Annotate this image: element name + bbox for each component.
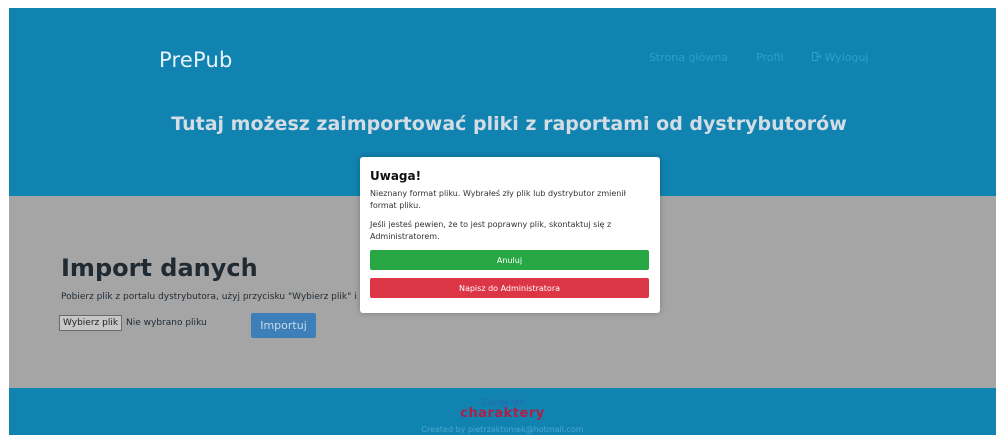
logout-label: Wyloguj (824, 51, 869, 64)
choose-file-button[interactable]: Wybierz plik (59, 315, 123, 331)
import-title: Import danych (61, 254, 258, 282)
modal-message: Nieznany format pliku. Wybrałeś zły plik… (370, 189, 626, 210)
brand-logo[interactable]: PrePub (159, 48, 233, 72)
hero-title: Tutaj możesz zaimportować pliki z raport… (171, 113, 847, 135)
nav-item-home[interactable]: Strona główna (649, 51, 728, 64)
logout-icon (811, 51, 822, 64)
top-nav: Strona główna Profil Wyloguj (649, 51, 869, 64)
import-button[interactable]: Importuj (251, 313, 316, 338)
footer: Zajrzyj też charaktery Created by pietrz… (9, 388, 996, 435)
nav-item-logout[interactable]: Wyloguj (811, 51, 869, 64)
file-input[interactable]: Wybierz plik Nie wybrano pliku (59, 315, 207, 331)
cancel-button[interactable]: Anuluj (370, 250, 649, 270)
import-description: Pobierz plik z portalu dystrybutora, uży… (61, 292, 390, 302)
warning-modal: Uwaga! Nieznany format pliku. Wybrałeś z… (360, 157, 660, 313)
footer-partner-logo[interactable]: charaktery (9, 406, 996, 421)
footer-credit: Created by pietrzaktomek@hotmail.com (421, 425, 584, 434)
file-status: Nie wybrano pliku (126, 318, 207, 328)
modal-title: Uwaga! (370, 169, 422, 183)
modal-message-secondary: Jeśli jesteś pewien, że to jest poprawny… (370, 220, 612, 241)
contact-admin-button[interactable]: Napisz do Administratora (370, 278, 649, 298)
nav-item-profile[interactable]: Profil (756, 51, 783, 64)
